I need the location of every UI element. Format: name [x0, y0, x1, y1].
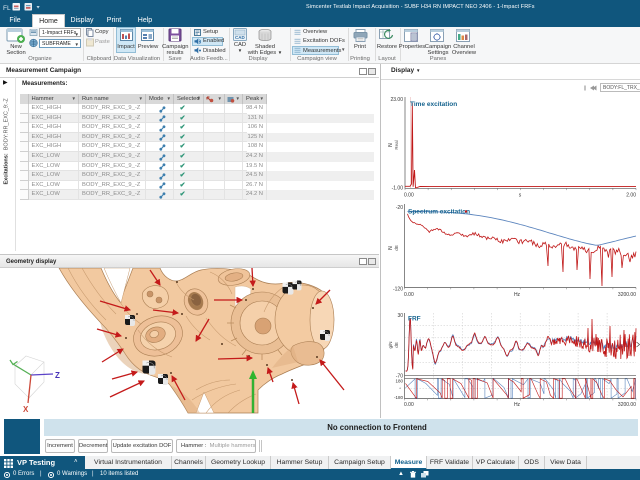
- svg-text:-1.00: -1.00: [392, 186, 404, 192]
- svg-text:FL: FL: [3, 5, 11, 12]
- svg-text:s: s: [519, 193, 522, 199]
- svg-text:Z: Z: [55, 371, 60, 380]
- svg-text:Time excitation: Time excitation: [410, 101, 457, 108]
- svg-text:0.00: 0.00: [404, 402, 414, 408]
- svg-text:23.00: 23.00: [390, 97, 403, 103]
- svg-text:dB: dB: [394, 342, 399, 348]
- svg-text:g/N: g/N: [388, 341, 393, 348]
- svg-text:0.00: 0.00: [404, 292, 414, 298]
- svg-text:-120: -120: [393, 287, 403, 293]
- svg-text:-180: -180: [394, 395, 404, 400]
- svg-text:Real: Real: [394, 140, 399, 149]
- svg-text:CAD: CAD: [235, 35, 245, 40]
- svg-text:2.00: 2.00: [626, 193, 636, 199]
- svg-text:30: 30: [397, 313, 403, 319]
- svg-text:Hz: Hz: [514, 402, 521, 408]
- svg-text:FRF: FRF: [408, 316, 421, 323]
- svg-text:-20: -20: [396, 205, 403, 211]
- svg-text:3200.00: 3200.00: [618, 402, 636, 408]
- svg-text:Spectrum excitation: Spectrum excitation: [408, 209, 470, 216]
- svg-text:dB: dB: [394, 245, 399, 251]
- svg-text:180: 180: [395, 379, 403, 384]
- svg-text:0.00: 0.00: [404, 193, 414, 199]
- svg-text:Hz: Hz: [514, 292, 521, 298]
- svg-text:3200.00: 3200.00: [618, 292, 636, 298]
- svg-text:°: °: [399, 387, 401, 392]
- svg-text:X: X: [23, 405, 29, 414]
